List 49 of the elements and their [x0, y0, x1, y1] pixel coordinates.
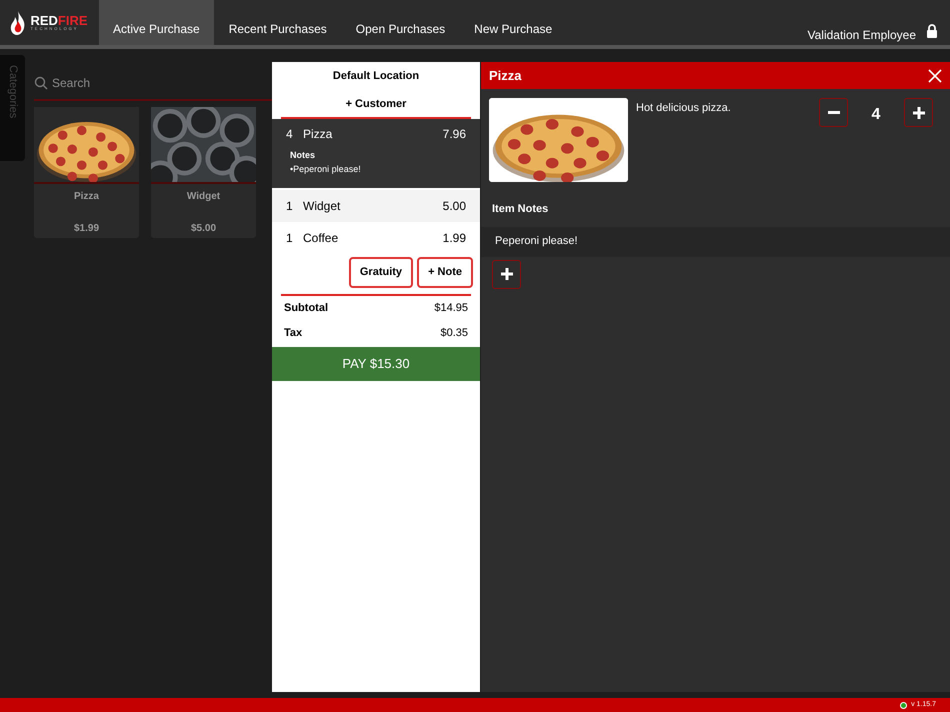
flame-icon — [10, 10, 26, 34]
close-icon[interactable] — [928, 68, 942, 82]
minus-icon — [828, 111, 840, 114]
item-quantity: 1 — [286, 198, 294, 215]
panel-title: Pizza — [489, 66, 523, 85]
increase-button[interactable] — [904, 98, 933, 127]
note-text: Peperoni please! — [495, 234, 578, 250]
user-name: Validation Employee — [807, 27, 916, 44]
item-note: •Peperoni please! — [290, 162, 362, 176]
search-field[interactable]: Search — [52, 74, 202, 92]
total-label: Tax — [284, 326, 302, 342]
item-price: 7.96 — [442, 126, 466, 143]
decrease-button[interactable] — [819, 98, 848, 127]
nav-tab[interactable]: Active Purchase — [99, 0, 214, 45]
cart-item[interactable]: 4 Pizza 7.96 Notes •Peperoni please! — [272, 119, 480, 188]
item-quantity: 1 — [286, 230, 294, 247]
plus-icon — [500, 268, 512, 280]
item-description: Hot delicious pizza. — [636, 101, 732, 116]
product-price: $5.00 — [190, 222, 216, 236]
item-price: 1.99 — [442, 230, 466, 247]
product-name: Widget — [186, 190, 220, 204]
cart-button[interactable]: + Note — [417, 257, 473, 288]
quantity-value: 4 — [870, 105, 882, 125]
item-quantity: 4 — [286, 126, 294, 143]
product-name: Pizza — [74, 190, 99, 204]
location-title: Default Location — [332, 69, 420, 84]
item-price: 5.00 — [442, 198, 466, 215]
lock-icon[interactable] — [926, 24, 938, 38]
logo-text: FIRE — [58, 14, 88, 27]
total-value: $0.35 — [440, 326, 468, 342]
pay-button[interactable]: PAY $15.30 — [272, 347, 480, 381]
notes-label: Notes — [290, 149, 316, 162]
total-label: Subtotal — [284, 301, 328, 316]
item-name: Widget — [303, 198, 342, 215]
product-card[interactable]: Pizza $1.99 — [34, 107, 139, 238]
product-card[interactable]: Widget $5.00 — [151, 107, 256, 238]
note-row[interactable]: Peperoni please! — [481, 226, 950, 256]
total-value: $14.95 — [434, 301, 468, 316]
cart-button[interactable]: Gratuity — [348, 257, 414, 288]
item-name: Coffee — [303, 230, 340, 247]
item-name: Pizza — [303, 126, 334, 143]
plus-icon — [912, 106, 924, 118]
notes-heading: Item Notes — [492, 202, 550, 217]
customer-button[interactable]: + Customer — [346, 96, 406, 112]
logo-text: RED — [30, 14, 58, 27]
cart-item[interactable]: 1 Widget 5.00 — [272, 190, 480, 222]
search-icon — [34, 76, 48, 90]
product-price: $1.99 — [74, 222, 100, 236]
add-note-button[interactable] — [492, 260, 521, 288]
